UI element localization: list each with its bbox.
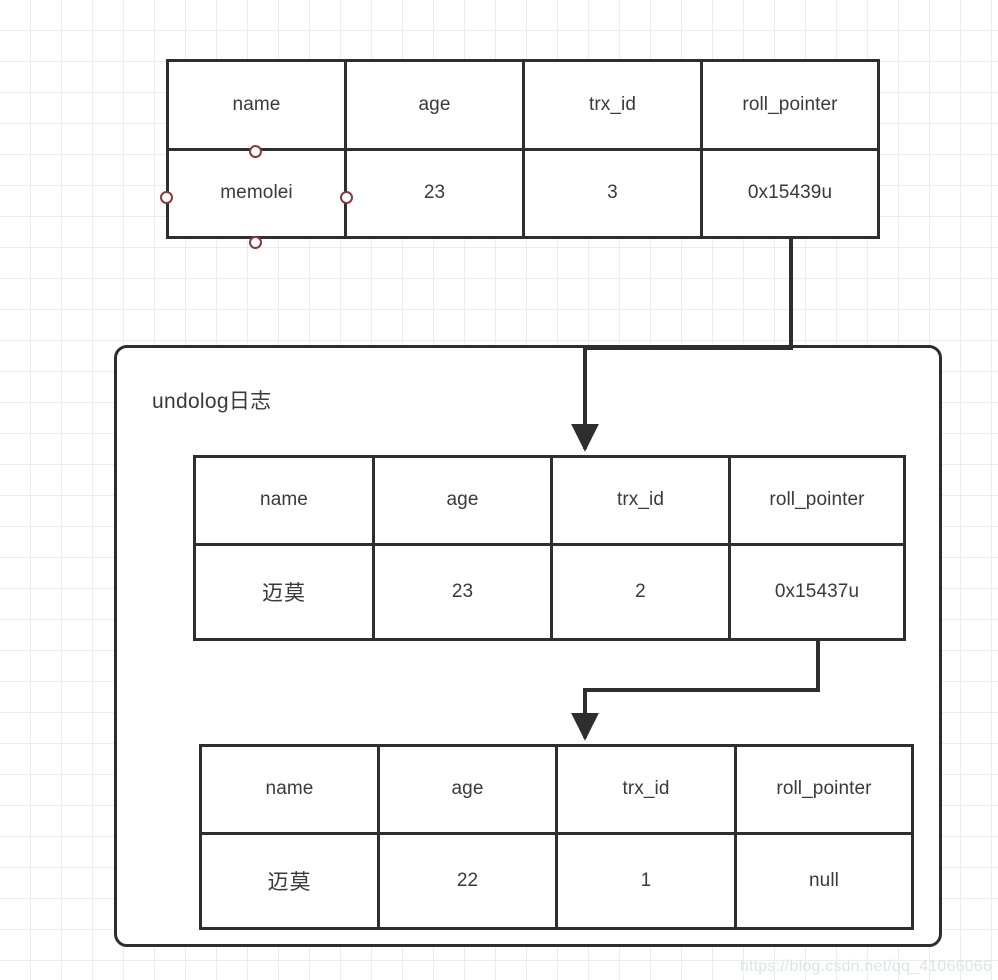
undolog-label: undolog日志: [152, 390, 272, 413]
record-table[interactable]: name age trx_id roll_pointer memolei 23 …: [166, 59, 880, 239]
undo-record-table-1[interactable]: name age trx_id roll_pointer 迈莫 23 2 0x1…: [193, 455, 906, 641]
selection-handle-bottom[interactable]: [249, 236, 262, 249]
watermark-text: https://blog.csdn.net/qq_41066066: [739, 958, 992, 975]
selection-handle-top[interactable]: [249, 145, 262, 158]
selection-handle-left[interactable]: [160, 191, 173, 204]
record-value-age: 23: [347, 150, 525, 236]
undo-2-header-name: name: [202, 747, 380, 832]
undo-1-value-age: 23: [375, 545, 553, 638]
selection-handle-right[interactable]: [340, 191, 353, 204]
undo-2-header-roll-pointer: roll_pointer: [776, 778, 872, 800]
record-header-trx-id: trx_id: [525, 62, 703, 148]
record-value-trx-id: 3: [525, 150, 703, 236]
undo-1-header-row: name age trx_id roll_pointer: [196, 458, 903, 546]
undo-1-value-roll-pointer: 0x15437u: [774, 580, 860, 602]
undo-1-header-trx-id: trx_id: [553, 458, 731, 543]
undo-2-value-name: 迈莫: [202, 834, 380, 927]
undo-1-header-roll-pointer: roll_pointer: [769, 489, 865, 511]
record-table-value-row: memolei 23 3 0x15439u: [169, 150, 877, 236]
record-header-age: age: [347, 62, 525, 148]
undo-record-table-2[interactable]: name age trx_id roll_pointer 迈莫 22 1 nul…: [199, 744, 914, 930]
record-value-name: memolei: [169, 150, 347, 236]
undo-1-header-age: age: [375, 458, 553, 543]
undo-2-value-age: 22: [380, 834, 558, 927]
undo-1-value-name: 迈莫: [196, 545, 375, 638]
undo-2-value-roll-pointer: null: [809, 869, 839, 891]
undo-1-value-trx-id: 2: [553, 545, 731, 638]
undo-2-value-trx-id: 1: [558, 834, 737, 927]
record-header-roll-pointer: roll_pointer: [742, 93, 838, 115]
record-header-name: name: [169, 62, 347, 148]
record-table-header-row: name age trx_id roll_pointer: [169, 62, 877, 151]
undo-2-header-trx-id: trx_id: [558, 747, 737, 832]
undo-1-header-name: name: [196, 458, 375, 543]
undo-2-header-row: name age trx_id roll_pointer: [202, 747, 911, 835]
diagram-canvas: undolog日志 name age trx_id roll_pointer m…: [0, 0, 998, 980]
undo-1-value-row: 迈莫 23 2 0x15437u: [196, 545, 903, 638]
undo-2-value-row: 迈莫 22 1 null: [202, 834, 911, 927]
undo-2-header-age: age: [380, 747, 558, 832]
record-value-roll-pointer: 0x15439u: [747, 182, 833, 204]
